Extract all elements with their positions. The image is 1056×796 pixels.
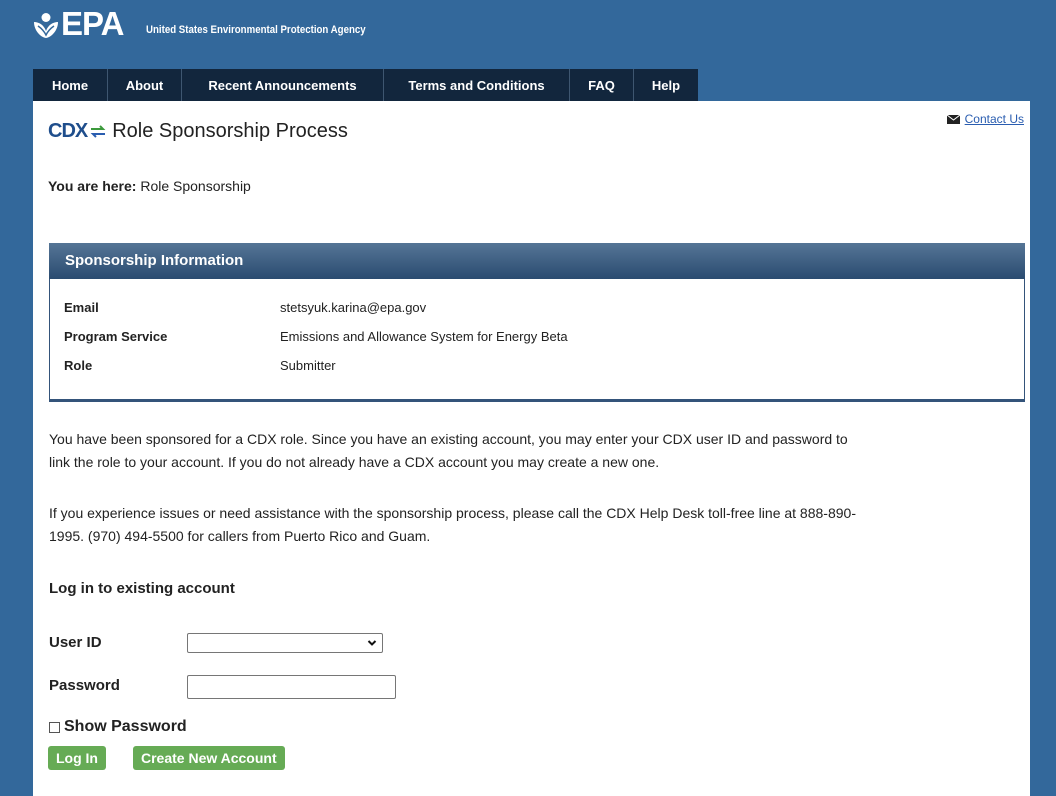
log-in-button[interactable]: Log In — [48, 746, 106, 770]
text-line: If you experience issues or need assista… — [49, 505, 856, 521]
user-id-select[interactable] — [187, 633, 383, 653]
main-content: CDX Role Sponsorship Process Contact Us … — [33, 101, 1030, 796]
contact-us-link[interactable]: Contact Us — [965, 112, 1024, 126]
breadcrumb: You are here: Role Sponsorship — [48, 178, 251, 194]
text-line: You have been sponsored for a CDX role. … — [49, 431, 848, 447]
info-value: Submitter — [280, 358, 336, 373]
nav-recent-announcements[interactable]: Recent Announcements — [182, 69, 384, 101]
sponsorship-intro-text: You have been sponsored for a CDX role. … — [49, 428, 1024, 474]
main-nav: Home About Recent Announcements Terms an… — [33, 69, 698, 101]
agency-name: United States Environmental Protection A… — [146, 24, 366, 36]
password-label: Password — [49, 677, 120, 694]
sponsorship-panel: Sponsorship Information Email stetsyuk.k… — [49, 243, 1025, 402]
info-value: Emissions and Allowance System for Energ… — [280, 329, 568, 344]
text-line: link the role to your account. If you do… — [49, 454, 660, 470]
cdx-arrows-icon — [90, 125, 106, 138]
cdx-logo-text: CDX — [48, 119, 88, 142]
nav-terms-and-conditions[interactable]: Terms and Conditions — [384, 69, 570, 101]
breadcrumb-current: Role Sponsorship — [140, 178, 251, 194]
chevron-down-icon — [367, 640, 377, 646]
nav-about[interactable]: About — [108, 69, 182, 101]
page-title: Role Sponsorship Process — [112, 119, 348, 142]
text-line: 1995. (970) 494-5500 for callers from Pu… — [49, 528, 431, 544]
breadcrumb-label: You are here: — [48, 178, 137, 194]
epa-logo[interactable]: EPA — [61, 6, 124, 42]
contact-us: Contact Us — [946, 112, 1024, 126]
login-heading: Log in to existing account — [49, 580, 235, 597]
help-desk-text: If you experience issues or need assista… — [49, 502, 1024, 548]
envelope-icon — [946, 114, 960, 124]
show-password-row: Show Password — [49, 718, 187, 736]
create-new-account-button[interactable]: Create New Account — [133, 746, 285, 770]
title-row: CDX Role Sponsorship Process — [48, 119, 348, 143]
show-password-label[interactable]: Show Password — [64, 718, 187, 736]
user-id-label: User ID — [49, 634, 102, 651]
info-label: Program Service — [64, 329, 168, 344]
password-input[interactable] — [187, 675, 396, 699]
nav-help[interactable]: Help — [634, 69, 698, 101]
info-label: Email — [64, 300, 99, 315]
show-password-checkbox[interactable] — [49, 721, 60, 733]
panel-bottom-border — [49, 399, 1025, 402]
info-label: Role — [64, 358, 93, 373]
info-value: stetsyuk.karina@epa.gov — [280, 300, 427, 315]
panel-heading: Sponsorship Information — [49, 243, 1025, 279]
site-header: EPA United States Environmental Protecti… — [30, 0, 1030, 68]
epa-flower-icon — [34, 13, 58, 38]
nav-faq[interactable]: FAQ — [570, 69, 634, 101]
cdx-logo: CDX — [48, 120, 108, 143]
nav-home[interactable]: Home — [33, 69, 108, 101]
